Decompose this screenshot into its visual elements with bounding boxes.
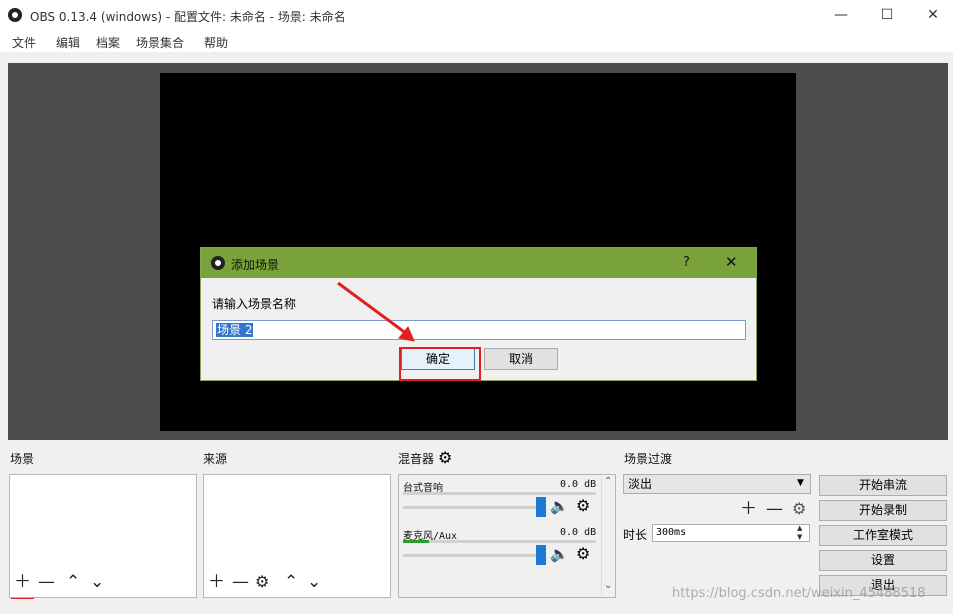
volume-slider-handle[interactable] bbox=[536, 497, 546, 517]
scenes-title: 场景 bbox=[10, 452, 35, 466]
transition-select[interactable]: 淡出 bbox=[623, 474, 811, 494]
volume-slider[interactable] bbox=[403, 554, 543, 557]
duration-label: 时长 bbox=[623, 528, 648, 542]
annotation-arrow bbox=[337, 281, 408, 336]
remove-icon[interactable]: — bbox=[38, 572, 55, 592]
add-icon[interactable]: ＋ bbox=[14, 572, 31, 592]
watermark: https://blog.csdn.net/weixin_45488518 bbox=[672, 586, 926, 601]
channel-level: 0.0 dB bbox=[560, 479, 597, 490]
volume-meter-fill bbox=[403, 540, 429, 543]
volume-slider-handle[interactable] bbox=[536, 545, 546, 565]
speaker-icon[interactable]: 🔈 bbox=[550, 497, 569, 515]
move-up-icon[interactable]: ⌃ bbox=[66, 572, 80, 592]
gear-icon[interactable]: ⚙ bbox=[576, 544, 590, 563]
remove-icon[interactable]: — bbox=[232, 572, 249, 592]
remove-icon[interactable]: — bbox=[766, 499, 783, 519]
transitions-title: 场景过渡 bbox=[624, 452, 673, 466]
stepper-icon[interactable]: ▲ ▼ bbox=[797, 524, 802, 542]
channel-level: 0.0 dB bbox=[560, 527, 597, 538]
add-icon[interactable]: ＋ bbox=[740, 499, 757, 519]
mixer-scrollbar[interactable] bbox=[601, 477, 615, 596]
start-recording-button[interactable]: 开始录制 bbox=[819, 500, 947, 521]
speaker-icon[interactable]: 🔈 bbox=[550, 545, 569, 563]
mixer-settings-icon[interactable]: ⚙ bbox=[438, 448, 452, 467]
sources-title: 来源 bbox=[203, 452, 228, 466]
gear-icon[interactable]: ⚙ bbox=[576, 496, 590, 515]
duration-input[interactable]: 300ms bbox=[652, 524, 810, 542]
gear-icon[interactable]: ⚙ bbox=[792, 499, 806, 518]
move-down-icon[interactable]: ⌄ bbox=[307, 572, 321, 592]
add-icon[interactable]: ＋ bbox=[208, 572, 225, 592]
studio-mode-button[interactable]: 工作室模式 bbox=[819, 525, 947, 546]
move-down-icon[interactable]: ⌄ bbox=[90, 572, 104, 592]
start-streaming-button[interactable]: 开始串流 bbox=[819, 475, 947, 496]
volume-slider[interactable] bbox=[403, 506, 543, 509]
status-bar bbox=[0, 605, 953, 614]
volume-meter bbox=[403, 492, 596, 495]
chevron-down-icon[interactable]: ▼ bbox=[797, 478, 804, 488]
chevron-down-icon[interactable]: ⌄ bbox=[604, 580, 612, 591]
mixer-title: 混音器 bbox=[398, 452, 435, 466]
chevron-up-icon[interactable]: ⌃ bbox=[604, 476, 612, 487]
transition-value: 淡出 bbox=[628, 477, 653, 491]
settings-button[interactable]: 设置 bbox=[819, 550, 947, 571]
gear-icon[interactable]: ⚙ bbox=[255, 572, 269, 592]
move-up-icon[interactable]: ⌃ bbox=[284, 572, 298, 592]
volume-meter bbox=[403, 540, 596, 543]
